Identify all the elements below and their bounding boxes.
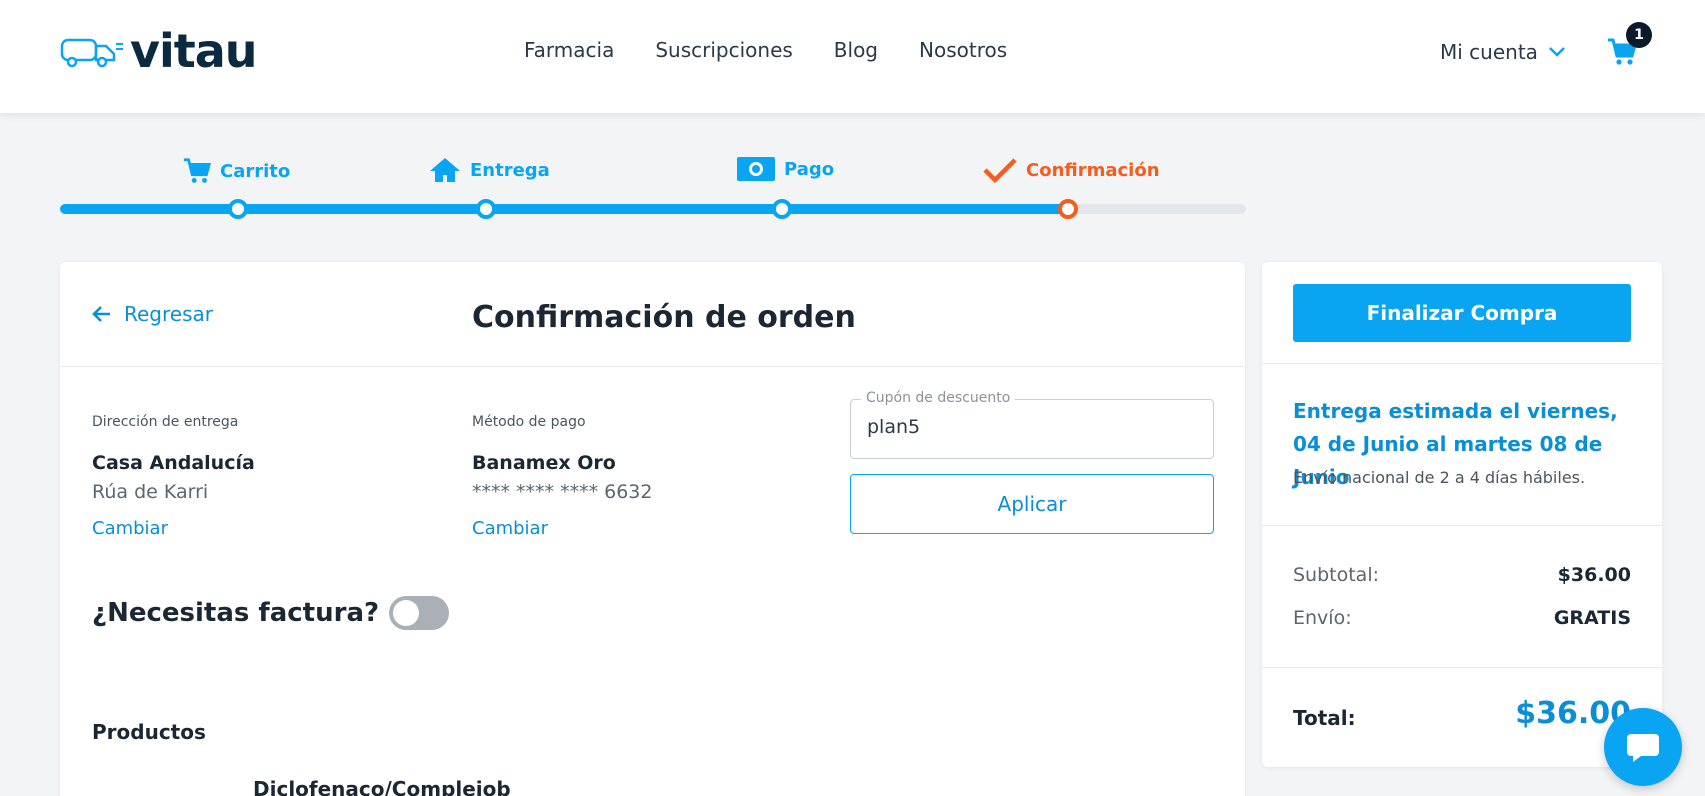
truck-logo-icon — [60, 38, 123, 68]
step-dot-confirmacion — [1058, 199, 1078, 219]
delivery-address: Rúa de Karri — [92, 481, 209, 503]
check-icon — [983, 158, 1017, 184]
step-dot-entrega — [476, 199, 496, 219]
back-label: Regresar — [124, 302, 213, 326]
divider — [1262, 525, 1662, 526]
chat-bubble-icon — [1627, 734, 1659, 762]
invoice-question: ¿Necesitas factura? — [92, 598, 380, 628]
change-delivery-link[interactable]: Cambiar — [92, 518, 168, 539]
step-confirmacion: Confirmación — [982, 156, 1160, 184]
nav-suscripciones[interactable]: Suscripciones — [655, 38, 792, 62]
delivery-label: Dirección de entrega — [92, 414, 239, 430]
total-label: Total: — [1293, 706, 1356, 730]
step-label: Entrega — [470, 159, 550, 181]
nav-farmacia[interactable]: Farmacia — [524, 38, 614, 62]
invoice-toggle[interactable] — [389, 596, 450, 630]
finalize-purchase-button[interactable]: Finalizar Compra — [1293, 284, 1631, 342]
step-entrega: Entrega — [428, 156, 550, 184]
step-dot-pago — [772, 199, 792, 219]
payment-name: Banamex Oro — [472, 452, 616, 474]
account-menu[interactable]: Mi cuenta — [1440, 40, 1566, 64]
cart-icon — [183, 158, 212, 183]
order-summary-card: Finalizar Compra Entrega estimada el vie… — [1262, 262, 1662, 767]
card-header: Regresar Confirmación de orden — [60, 262, 1245, 367]
page-title: Confirmación de orden — [472, 300, 856, 335]
payment-label: Método de pago — [472, 414, 586, 430]
order-confirmation-card: Regresar Confirmación de orden Dirección… — [60, 262, 1245, 796]
step-dot-carrito — [228, 199, 248, 219]
shipping-value: GRATIS — [1553, 607, 1631, 629]
chat-button[interactable] — [1604, 708, 1682, 786]
arrow-left-icon — [92, 306, 110, 322]
product-name: Diclofenaco/Complejob — [253, 777, 511, 796]
money-icon — [737, 157, 775, 181]
brand-name: vitau — [130, 24, 258, 78]
divider — [1262, 363, 1662, 364]
step-label: Confirmación — [1026, 159, 1160, 181]
delivery-name: Casa Andalucía — [92, 452, 255, 474]
home-icon — [430, 158, 460, 182]
account-label: Mi cuenta — [1440, 40, 1538, 64]
shipping-label: Envío: — [1293, 607, 1352, 629]
nav-blog[interactable]: Blog — [834, 38, 878, 62]
subtotal-label: Subtotal: — [1293, 564, 1380, 586]
payment-card-number: **** **** **** 6632 — [472, 481, 653, 503]
coupon-label: Cupón de descuento — [861, 390, 1016, 406]
back-link[interactable]: Regresar — [92, 302, 213, 326]
step-label: Pago — [784, 158, 835, 180]
progress-fill — [60, 204, 1068, 214]
step-pago: Pago — [736, 156, 834, 182]
change-payment-link[interactable]: Cambiar — [472, 518, 548, 539]
divider — [1262, 667, 1662, 668]
products-heading: Productos — [92, 720, 206, 744]
brand-logo[interactable]: vitau — [58, 24, 258, 78]
chevron-down-icon — [1549, 47, 1565, 57]
subtotal-value: $36.00 — [1557, 564, 1631, 586]
coupon-input[interactable] — [867, 416, 1197, 438]
cart-count-badge: 1 — [1626, 22, 1652, 48]
step-label: Carrito — [220, 160, 291, 182]
coupon-field[interactable]: Cupón de descuento — [850, 390, 1214, 459]
step-carrito: Carrito — [182, 156, 290, 186]
apply-coupon-button[interactable]: Aplicar — [850, 474, 1214, 534]
top-header: vitau Farmacia Suscripciones Blog Nosotr… — [0, 0, 1705, 113]
delivery-estimate-note: Envío nacional de 2 a 4 días hábiles. — [1293, 468, 1586, 487]
nav-nosotros[interactable]: Nosotros — [919, 38, 1007, 62]
toggle-knob — [393, 600, 420, 626]
invoice-row: ¿Necesitas factura? — [92, 596, 450, 630]
main-nav: Farmacia Suscripciones Blog Nosotros — [524, 38, 1048, 62]
